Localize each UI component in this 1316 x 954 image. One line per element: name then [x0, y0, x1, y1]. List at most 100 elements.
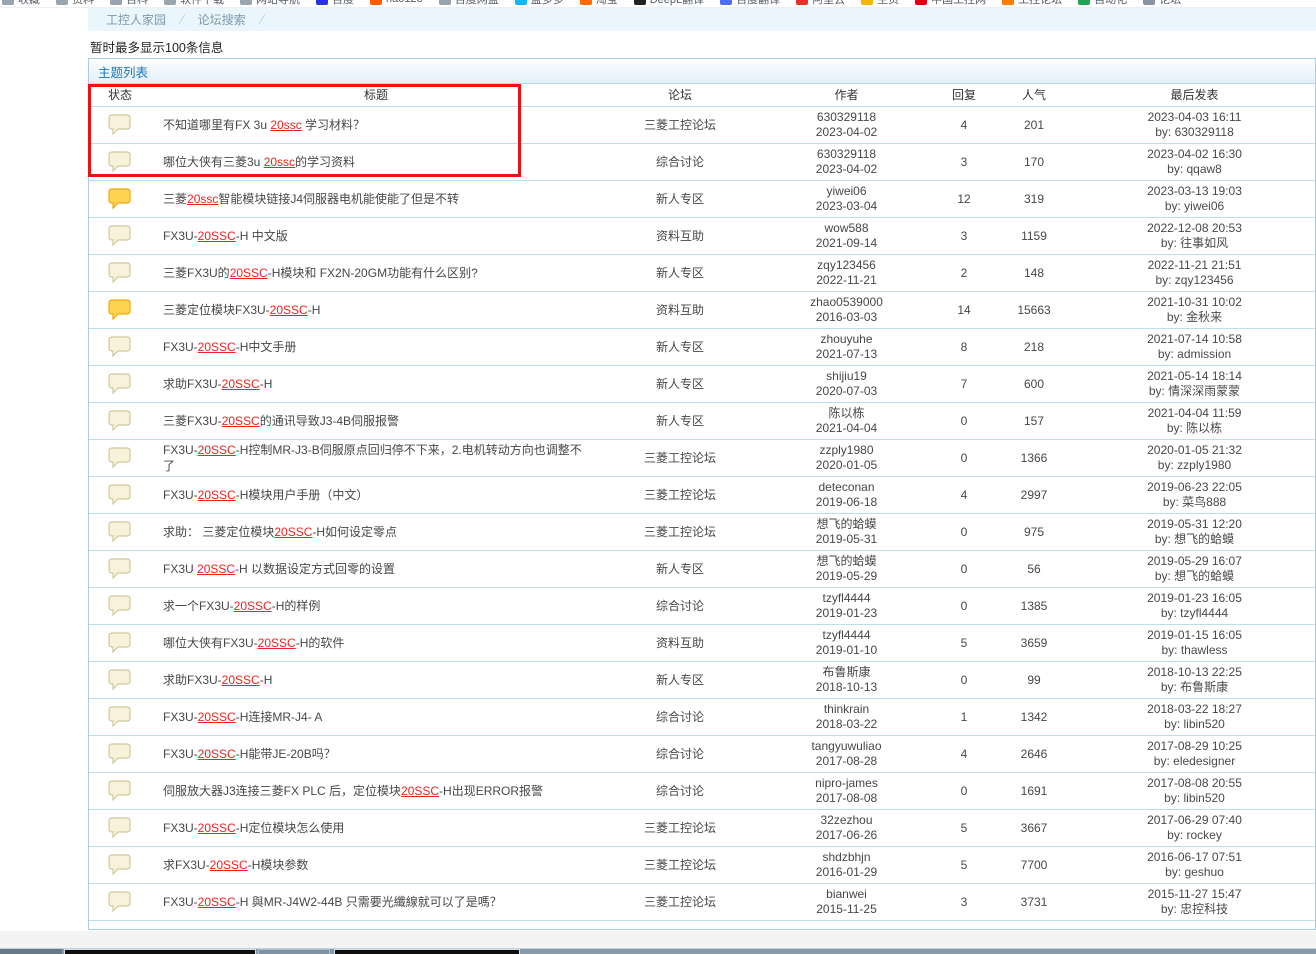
taskbar-window[interactable] — [64, 949, 256, 954]
last-post-by[interactable]: by: tzyfl4444 — [1074, 606, 1315, 621]
forum-link[interactable]: 综合讨论 — [656, 784, 704, 798]
keyword-link[interactable]: 20SSC — [270, 303, 308, 317]
topic-title-link[interactable]: FX3U-20SSC-H模块用户手册（中文） — [163, 488, 368, 502]
author-name[interactable]: zhouyuhe — [759, 332, 934, 347]
last-post-by[interactable]: by: 布鲁斯康 — [1074, 680, 1315, 695]
keyword-link[interactable]: 20SSC — [274, 525, 312, 539]
keyword-link[interactable]: 20ssc — [187, 192, 218, 206]
last-post-by[interactable]: by: 想飞的蛤蟆 — [1074, 532, 1315, 547]
topic-title-link[interactable]: 求FX3U-20SSC-H模块参数 — [163, 858, 308, 872]
last-post-by[interactable]: by: geshuo — [1074, 865, 1315, 880]
topic-title-link[interactable]: 求助： 三菱定位模块20SSC-H如何设定零点 — [163, 525, 397, 539]
author-name[interactable]: 想飞的蛤蟆 — [759, 554, 934, 569]
keyword-link[interactable]: 20SSC — [258, 636, 296, 650]
keyword-link[interactable]: 20ssc — [264, 155, 295, 169]
last-post-by[interactable]: by: 菜鸟888 — [1074, 495, 1315, 510]
forum-link[interactable]: 新人专区 — [656, 340, 704, 354]
keyword-link[interactable]: 20SSC — [198, 710, 236, 724]
keyword-link[interactable]: 20SSC — [198, 229, 236, 243]
bookmark-item[interactable]: DeepL翻译 — [634, 0, 704, 7]
last-post-by[interactable]: by: yiwei06 — [1074, 199, 1315, 214]
bookmark-item[interactable]: 中国工控网 — [915, 0, 986, 7]
forum-link[interactable]: 三菱工控论坛 — [644, 858, 716, 872]
topic-title-link[interactable]: FX3U-20SSC-H连接MR-J4- A — [163, 710, 322, 724]
author-name[interactable]: 32zezhou — [759, 813, 934, 828]
forum-link[interactable]: 新人专区 — [656, 377, 704, 391]
topic-title-link[interactable]: FX3U-20SSC-H定位模块怎么使用 — [163, 821, 344, 835]
author-name[interactable]: tangyuwuliao — [759, 739, 934, 754]
author-name[interactable]: zzply1980 — [759, 443, 934, 458]
last-post-by[interactable]: by: rockey — [1074, 828, 1315, 843]
bookmark-item[interactable]: 工控论坛 — [1002, 0, 1062, 7]
topic-title-link[interactable]: 三菱FX3U-20SSC的通讯导致J3-4B伺服报警 — [163, 414, 399, 428]
keyword-link[interactable]: 20SSC — [401, 784, 439, 798]
topic-title-link[interactable]: 求助FX3U-20SSC-H — [163, 377, 272, 391]
keyword-link[interactable]: 20SSC — [222, 673, 260, 687]
bookmark-item[interactable]: 百度网盘 — [439, 0, 499, 7]
bookmark-item[interactable]: 阿里云 — [796, 0, 845, 7]
bookmark-item[interactable]: 自动化 — [1078, 0, 1127, 7]
forum-link[interactable]: 三菱工控论坛 — [644, 525, 716, 539]
author-name[interactable]: shdzbhjn — [759, 850, 934, 865]
breadcrumb-item[interactable]: 论坛搜索 — [196, 11, 248, 28]
keyword-link[interactable]: 20SSC — [198, 895, 236, 909]
keyword-link[interactable]: 20SSC — [222, 414, 260, 428]
last-post-by[interactable]: by: 情深深雨蒙蒙 — [1074, 384, 1315, 399]
forum-link[interactable]: 资料互助 — [656, 636, 704, 650]
last-post-by[interactable]: by: libin520 — [1074, 791, 1315, 806]
bookmark-item[interactable]: 软件下载 — [164, 0, 224, 7]
topic-title-link[interactable]: FX3U-20SSC-H中文手册 — [163, 340, 296, 354]
topic-title-link[interactable]: 哪位大侠有FX3U-20SSC-H的软件 — [163, 636, 344, 650]
topic-title-link[interactable]: 伺服放大器J3连接三菱FX PLC 后，定位模块20SSC-H出现ERROR报警 — [163, 784, 543, 798]
last-post-by[interactable]: by: zzply1980 — [1074, 458, 1315, 473]
forum-link[interactable]: 三菱工控论坛 — [644, 118, 716, 132]
author-name[interactable]: bianwei — [759, 887, 934, 902]
author-name[interactable]: 630329118 — [759, 147, 934, 162]
author-name[interactable]: zqy123456 — [759, 258, 934, 273]
taskbar-window[interactable] — [334, 949, 520, 954]
forum-link[interactable]: 新人专区 — [656, 562, 704, 576]
author-name[interactable]: 陈以栋 — [759, 406, 934, 421]
forum-link[interactable]: 三菱工控论坛 — [644, 895, 716, 909]
author-name[interactable]: zhao0539000 — [759, 295, 934, 310]
forum-link[interactable]: 三菱工控论坛 — [644, 488, 716, 502]
forum-link[interactable]: 资料互助 — [656, 229, 704, 243]
last-post-by[interactable]: by: 陈以栋 — [1074, 421, 1315, 436]
bookmark-item[interactable]: 论坛 — [1143, 0, 1181, 7]
topic-title-link[interactable]: 三菱20ssc智能模块链接J4伺服器电机能使能了但是不转 — [163, 192, 459, 206]
forum-link[interactable]: 综合讨论 — [656, 710, 704, 724]
last-post-by[interactable]: by: 630329118 — [1074, 125, 1315, 140]
breadcrumb-item[interactable]: 工控人家园 — [104, 11, 168, 28]
forum-link[interactable]: 综合讨论 — [656, 599, 704, 613]
forum-link[interactable]: 综合讨论 — [656, 155, 704, 169]
last-post-by[interactable]: by: eledesigner — [1074, 754, 1315, 769]
topic-title-link[interactable]: FX3U-20SSC-H控制MR-J3-B伺服原点回归停不下来，2.电机转动方向… — [163, 443, 582, 473]
last-post-by[interactable]: by: admission — [1074, 347, 1315, 362]
topic-title-link[interactable]: FX3U-20SSC-H 中文版 — [163, 229, 288, 243]
bookmark-item[interactable]: 主页 — [861, 0, 899, 7]
last-post-by[interactable]: by: 金秋来 — [1074, 310, 1315, 325]
last-post-by[interactable]: by: libin520 — [1074, 717, 1315, 732]
keyword-link[interactable]: 20SSC — [198, 443, 236, 457]
forum-link[interactable]: 新人专区 — [656, 414, 704, 428]
bookmark-item[interactable]: hao123 — [370, 0, 423, 5]
author-name[interactable]: tzyfl4444 — [759, 591, 934, 606]
forum-link[interactable]: 三菱工控论坛 — [644, 821, 716, 835]
keyword-link[interactable]: 20SSC — [230, 266, 268, 280]
topic-title-link[interactable]: 哪位大侠有三菱3u 20ssc的学习资料 — [163, 155, 355, 169]
author-name[interactable]: deteconan — [759, 480, 934, 495]
author-name[interactable]: yiwei06 — [759, 184, 934, 199]
keyword-link[interactable]: 20SSC — [234, 599, 272, 613]
topic-title-link[interactable]: 不知道哪里有FX 3u 20ssc 学习材料？ — [163, 118, 365, 132]
last-post-by[interactable]: by: 想飞的蛤蟆 — [1074, 569, 1315, 584]
author-name[interactable]: wow588 — [759, 221, 934, 236]
author-name[interactable]: 630329118 — [759, 110, 934, 125]
taskbar-button[interactable] — [258, 949, 330, 954]
forum-link[interactable]: 资料互助 — [656, 303, 704, 317]
topic-title-link[interactable]: 三菱FX3U的20SSC-H模块和 FX2N-20GM功能有什么区别? — [163, 266, 478, 280]
last-post-by[interactable]: by: qqaw8 — [1074, 162, 1315, 177]
bookmark-item[interactable]: 盘多多 — [515, 0, 564, 7]
forum-link[interactable]: 三菱工控论坛 — [644, 451, 716, 465]
author-name[interactable]: thinkrain — [759, 702, 934, 717]
forum-link[interactable]: 新人专区 — [656, 266, 704, 280]
